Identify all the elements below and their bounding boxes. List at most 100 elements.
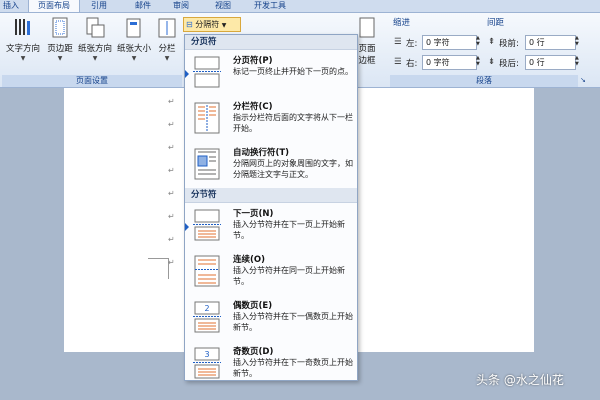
- menu-item-description: 标记一页终止并开始下一页的点。: [233, 67, 353, 76]
- size-button[interactable]: 纸张大小 ▼: [115, 17, 153, 62]
- tab-page-layout[interactable]: 页面布局: [28, 0, 80, 12]
- spin-arrows-icon[interactable]: ▲ ▼: [476, 35, 480, 47]
- menu-item-description: 插入分节符并在下一偶数页上开始新节。: [233, 312, 353, 332]
- menu-item-title: 自动换行符(T): [233, 148, 290, 158]
- spacing-after-label: 段后:: [499, 59, 519, 69]
- orientation-button[interactable]: 纸张方向 ▼: [77, 17, 113, 62]
- menu-item-page-break[interactable]: 分页符(P) 标记一页终止并开始下一页的点。: [185, 50, 357, 96]
- tab-references[interactable]: 引用: [84, 0, 114, 12]
- text-direction-label: 文字方向: [5, 44, 40, 54]
- paragraph-mark: ↵: [168, 166, 175, 175]
- even-page-break-icon: 2: [193, 301, 221, 333]
- margins-button[interactable]: 页边距 ▼: [45, 17, 75, 62]
- menu-item-title: 偶数页(E): [233, 301, 273, 311]
- paragraph-mark: ↵: [168, 143, 175, 152]
- text-direction-button[interactable]: 文字方向 ▼: [2, 17, 44, 62]
- menu-item-description: 分隔网页上的对象周围的文字，如分隔题注文字与正文。: [233, 159, 353, 179]
- columns-label: 分栏: [158, 44, 176, 54]
- page-border-button[interactable]: 页面 边框: [356, 17, 378, 66]
- menu-item-title: 分栏符(C): [233, 102, 273, 112]
- breaks-label: 分隔符: [195, 20, 220, 29]
- size-label: 纸张大小: [116, 44, 151, 54]
- menu-item-column-break[interactable]: 分栏符(C) 指示分栏符后面的文字将从下一栏开始。: [185, 96, 357, 142]
- menu-item-title: 奇数页(D): [233, 347, 274, 357]
- menu-section-page-breaks: 分页符: [185, 35, 357, 50]
- indent-left-label: 左:: [406, 39, 418, 49]
- menu-item-continuous[interactable]: 连续(O) 插入分节符并在同一页上开始新节。: [185, 249, 357, 295]
- spacing-title: 间距: [487, 18, 505, 28]
- indent-left-icon: ☰: [394, 37, 402, 47]
- paragraph-mark: ↵: [168, 97, 175, 106]
- indent-right-icon: ☰: [394, 57, 402, 67]
- odd-page-break-icon: 3: [193, 347, 221, 379]
- breaks-icon: ⊟: [186, 20, 193, 29]
- menu-item-description: 指示分栏符后面的文字将从下一栏开始。: [233, 113, 353, 133]
- continuous-break-icon: [194, 255, 220, 287]
- text-wrapping-break-icon: [194, 148, 220, 180]
- next-page-break-icon: [193, 209, 221, 241]
- odd-page-digit: 3: [204, 350, 209, 359]
- watermark: 头条 @水之仙花: [476, 373, 564, 387]
- paragraph-mark: ↵: [168, 212, 175, 221]
- ribbon-tab-bar: 插入 页面布局 引用 邮件 审阅 视图 开发工具: [0, 0, 600, 13]
- spacing-before-icon: ⇞: [488, 37, 496, 47]
- dropdown-arrow-icon: ▼: [57, 55, 63, 62]
- menu-item-text-wrapping-break[interactable]: 自动换行符(T) 分隔网页上的对象周围的文字，如分隔题注文字与正文。: [185, 142, 357, 188]
- paragraph-mark: ↵: [168, 258, 175, 267]
- orientation-label: 纸张方向: [77, 44, 112, 54]
- columns-button[interactable]: 分栏 ▼: [155, 17, 179, 62]
- page-border-label-2: 边框: [358, 56, 376, 66]
- indent-left-field[interactable]: 0 字符: [422, 35, 477, 50]
- menu-item-title: 下一页(N): [233, 209, 274, 219]
- indent-right-field[interactable]: 0 字符: [422, 55, 477, 70]
- tab-developer[interactable]: 开发工具: [248, 0, 292, 12]
- page-break-icon: [193, 56, 221, 88]
- orientation-icon: [86, 17, 105, 38]
- page-border-label-1: 页面: [358, 44, 376, 54]
- spacing-before-field[interactable]: 0 行: [525, 35, 576, 50]
- spin-arrows-icon[interactable]: ▲ ▼: [575, 55, 579, 67]
- tab-view[interactable]: 视图: [208, 0, 238, 12]
- margin-corner-mark: [148, 258, 169, 279]
- tab-review[interactable]: 审阅: [166, 0, 196, 12]
- tab-mailings[interactable]: 邮件: [128, 0, 158, 12]
- breaks-dropdown-menu: 分页符 分页符(P) 标记一页终止并开始下一页的点。 分栏符(C) 指示分栏符后…: [184, 34, 358, 381]
- selection-arrow-icon: [185, 70, 189, 78]
- group-page-setup-label: 页面设置: [2, 75, 182, 87]
- breaks-button[interactable]: ⊟ 分隔符 ▼: [183, 17, 241, 32]
- indent-title: 缩进: [393, 18, 411, 28]
- text-direction-icon: [15, 19, 30, 35]
- menu-item-description: 插入分节符并在下一页上开始新节。: [233, 220, 345, 240]
- menu-item-description: 插入分节符并在同一页上开始新节。: [233, 266, 345, 286]
- menu-item-odd-page[interactable]: 3 奇数页(D) 插入分节符并在下一奇数页上开始新节。: [185, 341, 357, 387]
- column-break-icon: [194, 102, 220, 134]
- paragraph-mark: ↵: [168, 235, 175, 244]
- spin-arrows-icon[interactable]: ▲ ▼: [575, 35, 579, 47]
- group-paragraph-label: 段落: [390, 75, 578, 87]
- spin-arrows-icon[interactable]: ▲ ▼: [476, 55, 480, 67]
- margins-label: 页边距: [47, 44, 73, 54]
- spacing-after-icon: ⇟: [488, 57, 496, 67]
- spacing-before-label: 段前:: [499, 39, 519, 49]
- margins-icon: [52, 17, 68, 38]
- selection-arrow-icon: [185, 223, 189, 231]
- spacing-after-field[interactable]: 0 行: [525, 55, 576, 70]
- menu-section-section-breaks: 分节符: [185, 188, 357, 203]
- tab-insert[interactable]: 插入: [0, 0, 22, 12]
- columns-icon: [158, 18, 176, 38]
- menu-item-even-page[interactable]: 2 偶数页(E) 插入分节符并在下一偶数页上开始新节。: [185, 295, 357, 341]
- dropdown-arrow-icon: ▼: [131, 55, 137, 62]
- dropdown-arrow-icon: ▼: [20, 55, 26, 62]
- menu-item-next-page[interactable]: 下一页(N) 插入分节符并在下一页上开始新节。: [185, 203, 357, 249]
- even-page-digit: 2: [204, 304, 209, 313]
- menu-item-title: 分页符(P): [233, 56, 273, 66]
- menu-item-description: 插入分节符并在下一奇数页上开始新节。: [233, 358, 353, 378]
- paragraph-mark: ↵: [168, 189, 175, 198]
- paper-size-icon: [126, 18, 141, 38]
- menu-item-title: 连续(O): [233, 255, 265, 265]
- indent-right-label: 右:: [406, 59, 418, 69]
- dialog-launcher-icon[interactable]: ↘: [580, 76, 586, 84]
- dropdown-arrow-icon: ▼: [164, 55, 170, 62]
- page-border-icon: [359, 17, 375, 38]
- paragraph-mark: ↵: [168, 120, 175, 129]
